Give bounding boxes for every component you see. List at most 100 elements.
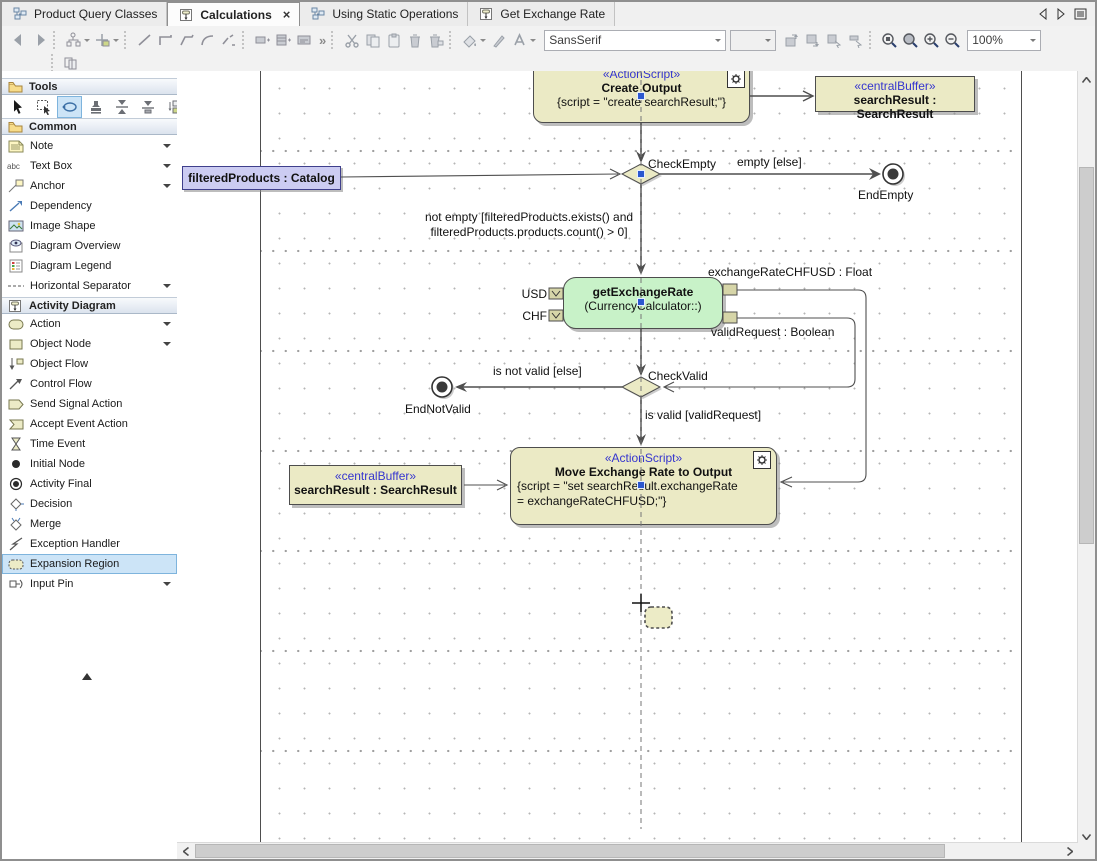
copy-icon[interactable] [362, 30, 383, 51]
fill-color-dropdown[interactable] [480, 39, 486, 45]
object-node-filtered-products[interactable]: filteredProducts : Catalog [182, 166, 341, 190]
palette-item-image-shape[interactable]: Image Shape [2, 216, 177, 236]
palette-item-accept-event-action[interactable]: Accept Event Action [2, 414, 177, 434]
horizontal-distribute-icon[interactable] [135, 96, 160, 118]
label-check-empty[interactable]: CheckEmpty [648, 157, 716, 171]
path-straight-icon[interactable] [134, 30, 155, 51]
zoom-region-icon[interactable] [879, 30, 900, 51]
back-icon[interactable] [8, 30, 29, 51]
palette-item-control-flow[interactable]: Control Flow [2, 374, 177, 394]
palette-item-initial-node[interactable]: Initial Node [2, 454, 177, 474]
palette-item-input-pin[interactable]: Input Pin [2, 574, 177, 594]
palette-scroll-up-icon[interactable] [82, 668, 92, 680]
anchor-dropdown[interactable] [163, 184, 171, 192]
zoom-in-icon[interactable] [921, 30, 942, 51]
label-end-empty[interactable]: EndEmpty [858, 188, 913, 202]
tab-product-query-classes[interactable]: Product Query Classes [2, 2, 167, 26]
zoom-level-select[interactable]: 100% [967, 30, 1041, 51]
palette-item-send-signal-action[interactable]: Send Signal Action [2, 394, 177, 414]
delete-from-model-icon[interactable] [425, 30, 446, 51]
select-depth-icon[interactable] [824, 30, 845, 51]
autosize-icon[interactable] [252, 30, 273, 51]
delete-icon[interactable] [404, 30, 425, 51]
add-element-icon[interactable] [92, 30, 113, 51]
line-color-icon[interactable] [488, 30, 509, 51]
palette-item-dependency[interactable]: Dependency [2, 196, 177, 216]
fill-color-icon[interactable] [459, 30, 480, 51]
central-buffer-search-result-bottom[interactable]: «centralBuffer» searchResult : SearchRes… [289, 465, 462, 505]
text-box-dropdown[interactable] [163, 164, 171, 172]
label-valid-request-boolean[interactable]: validRequest : Boolean [711, 325, 834, 339]
palette-item-object-node[interactable]: Object Node [2, 334, 177, 354]
palette-item-text-box[interactable]: abc Text Box [2, 156, 177, 176]
horizontal-separator-dropdown[interactable] [163, 284, 171, 292]
label-check-valid[interactable]: CheckValid [648, 369, 708, 383]
label-is-valid[interactable]: is valid [validRequest] [645, 408, 761, 422]
containment-tree-dropdown[interactable] [84, 39, 90, 45]
horizontal-scrollbar[interactable] [177, 842, 1078, 859]
to-back-icon[interactable] [803, 30, 824, 51]
palette-item-decision[interactable]: Decision [2, 494, 177, 514]
vertical-scrollbar[interactable] [1077, 71, 1095, 845]
label-end-not-valid[interactable]: EndNotValid [405, 402, 471, 416]
label-pin-chf[interactable]: CHF [519, 309, 547, 323]
diagram-canvas[interactable]: «ActionScript» Create Output {script = "… [177, 71, 1078, 845]
path-rectilinear-icon[interactable] [155, 30, 176, 51]
prev-tab-icon[interactable] [1038, 8, 1048, 20]
tab-list-icon[interactable] [1074, 8, 1087, 20]
vertical-distribute-icon[interactable] [109, 96, 134, 118]
label-pin-usd[interactable]: USD [519, 287, 547, 301]
scroll-left-button[interactable] [177, 843, 194, 859]
object-node-dropdown[interactable] [163, 342, 171, 350]
tab-get-exchange-rate[interactable]: Get Exchange Rate [468, 2, 615, 26]
horizontal-scroll-thumb[interactable] [195, 844, 945, 858]
action-dropdown[interactable] [163, 322, 171, 330]
palette-item-time-event[interactable]: Time Event [2, 434, 177, 454]
font-size-select[interactable] [730, 30, 776, 51]
palette-item-merge[interactable]: Merge [2, 514, 177, 534]
label-is-not-valid[interactable]: is not valid [else] [493, 364, 582, 378]
action-node-create-output[interactable]: «ActionScript» Create Output {script = "… [533, 71, 750, 123]
palette-header-activity-diagram[interactable]: Activity Diagram [2, 297, 177, 314]
format-painter-icon[interactable] [845, 30, 866, 51]
palette-header-tools[interactable]: Tools [2, 78, 177, 95]
tab-calculations[interactable]: Calculations × [167, 2, 300, 26]
font-family-select[interactable]: SansSerif [544, 30, 726, 51]
palette-item-action[interactable]: Action [2, 314, 177, 334]
action-node-get-exchange-rate[interactable]: getExchangeRate (CurrencyCalculator::) [563, 277, 723, 329]
label-exchange-rate-float[interactable]: exchangeRateCHFUSD : Float [708, 265, 872, 279]
tab-close-icon[interactable]: × [283, 8, 291, 21]
scroll-right-button[interactable] [1061, 843, 1078, 859]
add-element-dropdown[interactable] [113, 39, 119, 45]
cut-icon[interactable] [341, 30, 362, 51]
label-empty-else[interactable]: empty [else] [737, 155, 802, 169]
zoom-out-icon[interactable] [942, 30, 963, 51]
palette-item-object-flow[interactable]: Object Flow [2, 354, 177, 374]
vertical-scroll-thumb[interactable] [1079, 167, 1094, 544]
font-color-dropdown[interactable] [530, 39, 536, 45]
next-tab-icon[interactable] [1056, 8, 1066, 20]
shape-display-icon[interactable] [294, 30, 315, 51]
gear-icon[interactable] [753, 451, 771, 469]
to-front-icon[interactable] [782, 30, 803, 51]
input-pin-dropdown[interactable] [163, 582, 171, 590]
zoom-fit-icon[interactable] [900, 30, 921, 51]
compartments-icon[interactable] [273, 30, 294, 51]
path-spline-icon[interactable] [218, 30, 239, 51]
toolbar-overflow-icon[interactable]: » [315, 33, 328, 48]
tab-using-static-operations[interactable]: Using Static Operations [300, 2, 468, 26]
palette-item-activity-final[interactable]: Activity Final [2, 474, 177, 494]
path-oblique-icon[interactable] [176, 30, 197, 51]
gear-icon[interactable] [727, 71, 745, 88]
activity-frame-right-border[interactable] [1021, 71, 1022, 845]
scroll-up-button[interactable] [1078, 71, 1095, 88]
pointer-tool-icon[interactable] [5, 96, 30, 118]
action-node-move-exchange-rate[interactable]: «ActionScript» Move Exchange Rate to Out… [510, 447, 777, 525]
forward-icon[interactable] [29, 30, 50, 51]
marquee-select-icon[interactable] [31, 96, 56, 118]
central-buffer-search-result-top[interactable]: «centralBuffer» searchResult : SearchRes… [815, 76, 975, 112]
palette-item-diagram-overview[interactable]: Diagram Overview [2, 236, 177, 256]
palette-item-anchor[interactable]: Anchor [2, 176, 177, 196]
swimlane-icon[interactable] [61, 52, 82, 73]
font-color-icon[interactable] [509, 30, 530, 51]
